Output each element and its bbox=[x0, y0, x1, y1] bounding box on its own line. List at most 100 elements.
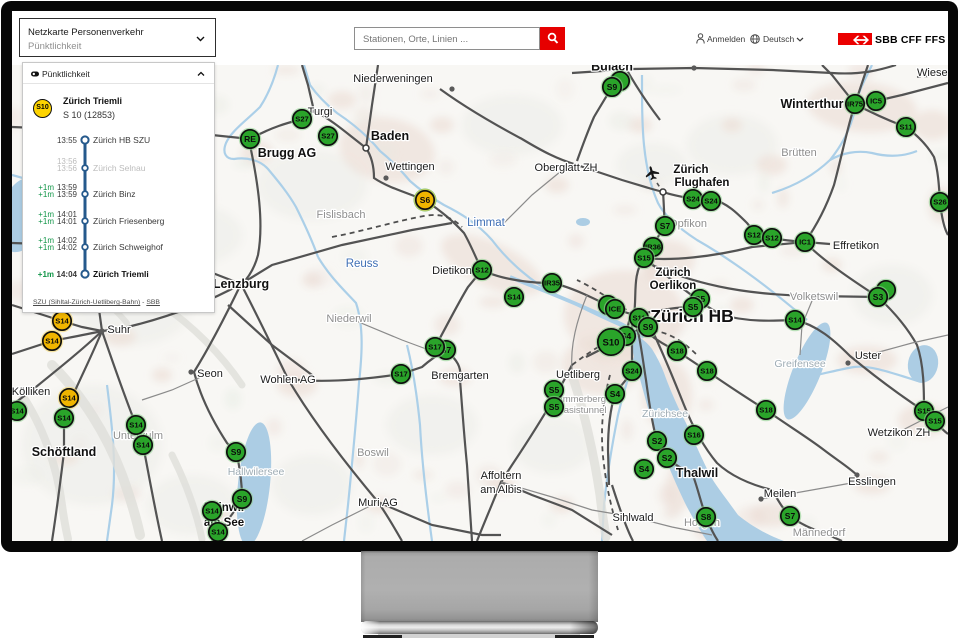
svg-text:Zürich Schweighof: Zürich Schweighof bbox=[93, 242, 164, 252]
svg-text:S14: S14 bbox=[55, 317, 69, 326]
svg-text:Oberglatt ZH: Oberglatt ZH bbox=[535, 162, 598, 174]
svg-text:+1m: +1m bbox=[38, 270, 54, 279]
svg-text:S14: S14 bbox=[57, 414, 71, 423]
svg-text:S4: S4 bbox=[610, 389, 621, 399]
svg-text:S24: S24 bbox=[625, 367, 639, 376]
svg-text:Hallwilersee: Hallwilersee bbox=[228, 466, 285, 478]
svg-text:S5: S5 bbox=[688, 302, 699, 312]
svg-text:14:01: 14:01 bbox=[57, 217, 78, 226]
svg-text:+1m: +1m bbox=[38, 243, 54, 252]
svg-text:+1m: +1m bbox=[38, 190, 54, 199]
svg-text:Flughafen: Flughafen bbox=[675, 177, 730, 189]
svg-text:S14: S14 bbox=[62, 394, 76, 403]
svg-text:S14: S14 bbox=[507, 293, 521, 302]
svg-text:S2: S2 bbox=[662, 453, 673, 463]
svg-text:Wohlen AG: Wohlen AG bbox=[260, 374, 315, 386]
svg-text:Kölliken: Kölliken bbox=[12, 386, 50, 398]
svg-text:S26: S26 bbox=[933, 198, 947, 207]
svg-text:Muri AG: Muri AG bbox=[358, 497, 398, 509]
svg-text:S27: S27 bbox=[295, 115, 309, 124]
svg-text:Oerlikon: Oerlikon bbox=[650, 280, 697, 292]
svg-text:Wetzikon ZH: Wetzikon ZH bbox=[868, 427, 931, 439]
svg-text:Zürich: Zürich bbox=[673, 164, 708, 176]
svg-text:Fislisbach: Fislisbach bbox=[317, 209, 366, 221]
svg-text:S3: S3 bbox=[873, 292, 884, 302]
svg-text:S14: S14 bbox=[211, 528, 225, 537]
svg-text:S8: S8 bbox=[701, 512, 712, 522]
svg-text:Limmat: Limmat bbox=[467, 217, 506, 229]
svg-text:Wiesendangen: Wiesendangen bbox=[917, 67, 948, 79]
svg-text:S10: S10 bbox=[603, 337, 620, 348]
svg-text:S18: S18 bbox=[670, 347, 684, 356]
svg-text:Zürich Friesenberg: Zürich Friesenberg bbox=[93, 216, 165, 226]
svg-text:Sihlwald: Sihlwald bbox=[613, 512, 654, 524]
svg-text:S5: S5 bbox=[549, 402, 560, 412]
svg-text:Uetliberg: Uetliberg bbox=[556, 369, 600, 381]
svg-text:S17: S17 bbox=[428, 343, 442, 352]
svg-text:S9: S9 bbox=[237, 494, 248, 504]
svg-text:S14: S14 bbox=[129, 421, 143, 430]
svg-text:S4: S4 bbox=[639, 464, 650, 474]
svg-text:Bremgarten: Bremgarten bbox=[431, 370, 488, 382]
svg-text:13:56: 13:56 bbox=[57, 164, 78, 173]
svg-text:S6: S6 bbox=[420, 195, 431, 205]
svg-text:Zürich Selnau: Zürich Selnau bbox=[93, 163, 146, 173]
svg-text:IC5: IC5 bbox=[870, 97, 883, 106]
svg-text:am Albis: am Albis bbox=[480, 484, 522, 496]
svg-text:S14: S14 bbox=[788, 316, 802, 325]
svg-text:S24: S24 bbox=[686, 195, 700, 204]
svg-text:13:55: 13:55 bbox=[57, 136, 78, 145]
svg-text:S15: S15 bbox=[928, 417, 942, 426]
svg-text:ICE: ICE bbox=[609, 305, 622, 314]
svg-text:Suhr: Suhr bbox=[107, 324, 131, 336]
svg-text:14:02: 14:02 bbox=[57, 243, 78, 252]
svg-text:RE: RE bbox=[244, 134, 256, 144]
svg-text:S18: S18 bbox=[759, 406, 773, 415]
svg-text:Brugg AG: Brugg AG bbox=[258, 146, 317, 160]
svg-text:13:59: 13:59 bbox=[57, 190, 78, 199]
svg-text:Lenzburg: Lenzburg bbox=[213, 277, 269, 291]
svg-text:Zürich: Zürich bbox=[655, 267, 690, 279]
svg-text:Schöftland: Schöftland bbox=[32, 445, 97, 459]
svg-text:Niederweningen: Niederweningen bbox=[353, 73, 433, 85]
svg-text:S17: S17 bbox=[394, 370, 408, 379]
svg-text:S12: S12 bbox=[765, 234, 779, 243]
svg-text:S18: S18 bbox=[700, 367, 714, 376]
svg-text:Thalwil: Thalwil bbox=[676, 466, 718, 480]
svg-text:Zürich Triemli: Zürich Triemli bbox=[93, 269, 149, 279]
svg-text:Affoltern: Affoltern bbox=[481, 470, 522, 482]
svg-text:Esslingen: Esslingen bbox=[848, 476, 896, 488]
svg-text:Uster: Uster bbox=[855, 350, 882, 362]
svg-text:Männedorf: Männedorf bbox=[793, 527, 847, 539]
svg-text:S14: S14 bbox=[205, 507, 219, 516]
svg-text:S14: S14 bbox=[136, 441, 150, 450]
svg-text:Meilen: Meilen bbox=[764, 488, 796, 500]
svg-text:Boswil: Boswil bbox=[357, 447, 389, 459]
svg-text:Winterthur: Winterthur bbox=[780, 97, 843, 111]
svg-text:S9: S9 bbox=[643, 322, 654, 332]
svg-text:S24: S24 bbox=[704, 197, 718, 206]
svg-text:Volketswil: Volketswil bbox=[790, 291, 838, 303]
svg-text:S12: S12 bbox=[747, 231, 761, 240]
svg-text:Zürich HB SZU: Zürich HB SZU bbox=[93, 135, 150, 145]
svg-text:IC1: IC1 bbox=[799, 238, 812, 247]
svg-text:S7: S7 bbox=[660, 221, 671, 231]
svg-text:14:04: 14:04 bbox=[57, 270, 78, 279]
svg-text:Niederwil: Niederwil bbox=[326, 313, 371, 325]
svg-text:S14: S14 bbox=[12, 407, 25, 416]
svg-text:+1m: +1m bbox=[38, 217, 54, 226]
svg-text:Effretikon: Effretikon bbox=[833, 240, 879, 252]
svg-text:IR75: IR75 bbox=[847, 100, 864, 109]
svg-text:S9: S9 bbox=[231, 447, 242, 457]
svg-text:S2: S2 bbox=[652, 436, 663, 446]
svg-text:S7: S7 bbox=[785, 511, 796, 521]
svg-text:S27: S27 bbox=[321, 132, 335, 141]
svg-text:Zürichsee: Zürichsee bbox=[642, 408, 688, 420]
svg-text:S15: S15 bbox=[637, 254, 651, 263]
svg-text:Greifensee: Greifensee bbox=[774, 358, 826, 370]
svg-text:S12: S12 bbox=[475, 266, 489, 275]
svg-text:Brütten: Brütten bbox=[781, 147, 816, 159]
svg-text:S5: S5 bbox=[549, 385, 560, 395]
svg-text:S14: S14 bbox=[45, 337, 59, 346]
svg-text:Dietikon: Dietikon bbox=[432, 265, 472, 277]
